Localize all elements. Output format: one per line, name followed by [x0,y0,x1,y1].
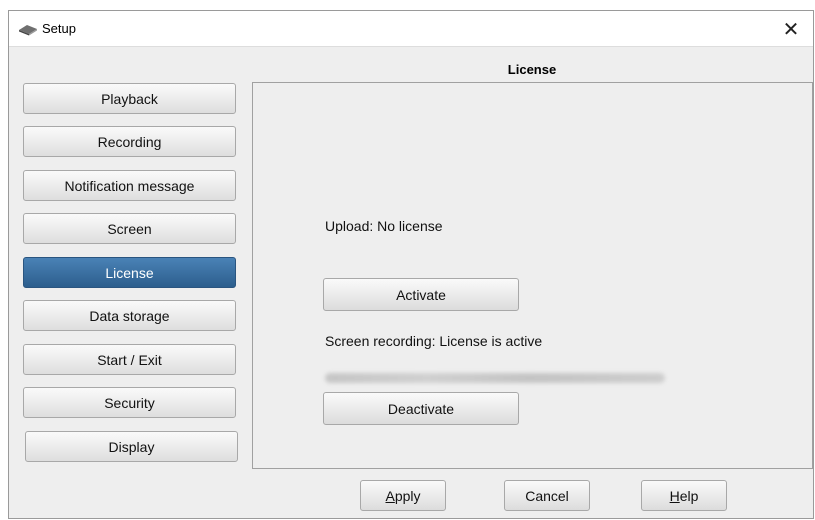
sidebar-item-data-storage[interactable]: Data storage [23,300,236,331]
setup-app-icon [19,25,37,36]
window-title: Setup [42,21,76,36]
apply-button[interactable]: Apply [360,480,446,511]
cancel-button[interactable]: Cancel [504,480,590,511]
apply-mnemonic: A [385,487,395,504]
close-icon[interactable]: ✕ [769,11,813,46]
screen-recording-status-text: Screen recording: License is active [325,333,543,349]
sidebar-item-display[interactable]: Display [25,431,238,462]
sidebar-item-start-exit[interactable]: Start / Exit [23,344,236,375]
upload-status-text: Upload: No license [325,218,443,234]
title-bar: Setup ✕ [9,11,813,47]
sidebar-item-notification-message[interactable]: Notification message [23,170,236,201]
sidebar-item-playback[interactable]: Playback [23,83,236,114]
sidebar-item-security[interactable]: Security [23,387,236,418]
help-label-rest: elp [679,487,699,504]
activate-button[interactable]: Activate [323,278,519,311]
sidebar-item-license[interactable]: License [23,257,236,288]
panel-title: License [507,62,557,77]
help-mnemonic: H [669,487,680,504]
setup-window: Setup ✕ Playback Recording Notification … [8,10,814,519]
license-key-redacted [325,373,665,383]
deactivate-button[interactable]: Deactivate [323,392,519,425]
sidebar-item-screen[interactable]: Screen [23,213,236,244]
apply-label-rest: pply [394,487,421,504]
help-button[interactable]: Help [641,480,727,511]
license-panel: Upload: No license Activate Screen recor… [252,82,813,469]
sidebar-item-recording[interactable]: Recording [23,126,236,157]
